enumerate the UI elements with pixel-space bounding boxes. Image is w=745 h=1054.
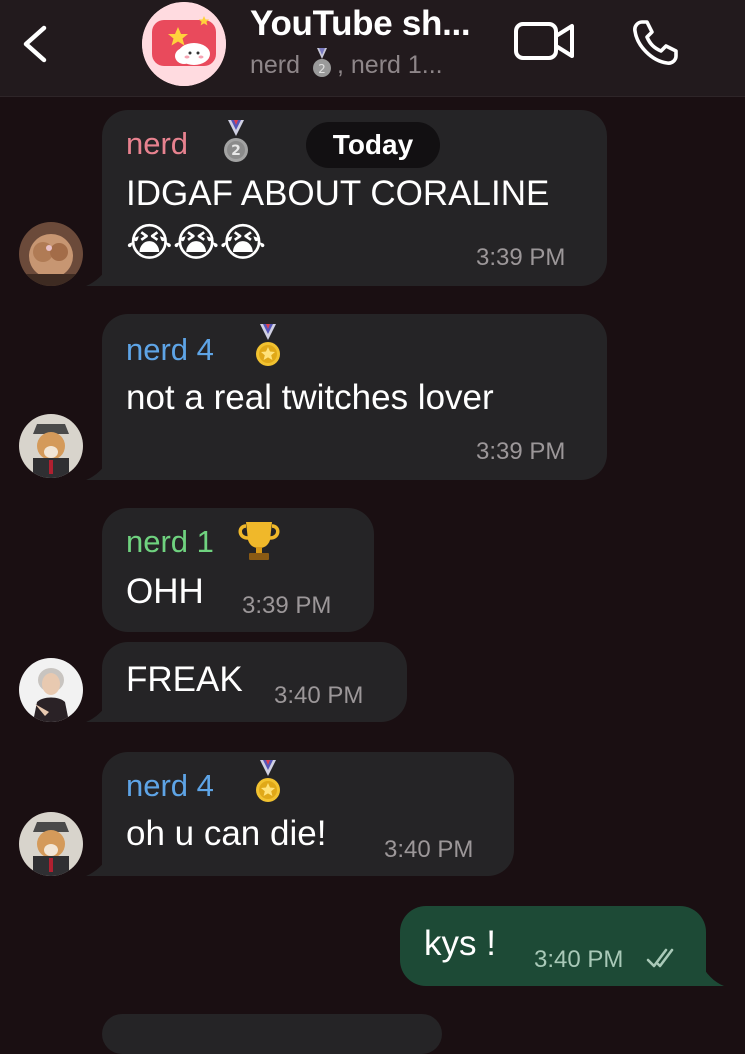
- bubble-tail: [86, 262, 112, 286]
- user-avatar[interactable]: [19, 222, 83, 286]
- emoji-row: 😭😭😭: [126, 218, 266, 268]
- message-text: OHH: [126, 572, 204, 611]
- message-time: 3:39 PM: [242, 592, 332, 619]
- message-text: oh u can die!: [126, 814, 327, 853]
- group-avatar[interactable]: [142, 2, 226, 86]
- video-call-button[interactable]: [512, 18, 578, 64]
- gold-medal-icon: [252, 760, 284, 809]
- sender-name[interactable]: nerd: [126, 126, 188, 162]
- bubble-tail: [700, 962, 724, 986]
- message-bubble-partial[interactable]: [102, 1014, 442, 1054]
- bubble-tail: [86, 698, 112, 722]
- message-time: 3:40 PM: [384, 836, 474, 863]
- message-text: IDGAF ABOUT CORALINE: [126, 174, 550, 213]
- bubble-tail: [86, 852, 112, 876]
- sender-name[interactable]: nerd 1: [126, 524, 214, 560]
- silver-medal-icon: 2: [220, 120, 252, 169]
- phone-icon: [633, 20, 678, 65]
- svg-text:2: 2: [318, 62, 326, 76]
- bubble-tail: [86, 456, 112, 480]
- message-bubble[interactable]: nerd 1 OHH 3:39 PM: [102, 508, 374, 632]
- youtube-star-cloud-avatar: [142, 2, 226, 86]
- message-bubble[interactable]: nerd 4 not a real twitches lover 3:39 PM: [102, 314, 607, 480]
- silver-medal-icon: 2: [311, 48, 333, 85]
- member-name: nerd: [250, 51, 301, 80]
- message-time: 3:40 PM: [534, 946, 624, 973]
- loudly-crying-emoji: 😭😭😭: [126, 221, 267, 265]
- chat-header: YouTube sh... nerd 2 , nerd 1...: [0, 0, 745, 97]
- outgoing-message-bubble[interactable]: kys ! 3:40 PM: [400, 906, 706, 986]
- message-time: 3:40 PM: [274, 682, 364, 709]
- more-members: , nerd 1...: [337, 51, 443, 80]
- chevron-left-icon: [23, 25, 47, 63]
- sender-name[interactable]: nerd 4: [126, 332, 214, 368]
- date-separator: Today: [306, 122, 440, 168]
- double-check-icon: [646, 948, 674, 968]
- back-button[interactable]: [14, 22, 58, 66]
- sender-name[interactable]: nerd 4: [126, 768, 214, 804]
- user-avatar[interactable]: [19, 812, 83, 876]
- user-avatar[interactable]: [19, 658, 83, 722]
- message-text: kys !: [424, 924, 496, 963]
- video-camera-icon: [514, 22, 574, 60]
- message-time: 3:39 PM: [476, 244, 566, 271]
- message-text: FREAK: [126, 660, 243, 699]
- user-avatar[interactable]: [19, 414, 83, 478]
- gold-medal-icon: [252, 324, 284, 373]
- voice-call-button[interactable]: [628, 16, 682, 70]
- chat-members-subtitle[interactable]: nerd 2 , nerd 1...: [250, 48, 443, 85]
- message-bubble[interactable]: FREAK 3:40 PM: [102, 642, 407, 722]
- message-text: not a real twitches lover: [126, 378, 494, 417]
- message-time: 3:39 PM: [476, 438, 566, 465]
- svg-text:2: 2: [231, 143, 241, 159]
- chat-title[interactable]: YouTube sh...: [250, 4, 471, 44]
- message-bubble[interactable]: nerd 4 oh u can die! 3:40 PM: [102, 752, 514, 876]
- trophy-icon: [236, 520, 282, 567]
